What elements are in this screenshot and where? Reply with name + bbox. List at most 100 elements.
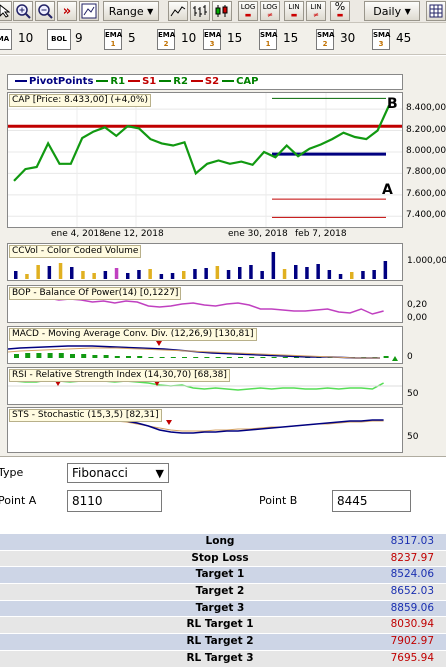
indicator-period-5[interactable]: 15 xyxy=(227,31,242,45)
ccvol-panel[interactable]: CCVol - Color Coded Volume xyxy=(7,243,403,281)
target-value: 7902.97 xyxy=(390,635,434,648)
volume-bar-16 xyxy=(193,269,197,279)
indicator-period-7[interactable]: 30 xyxy=(340,31,355,45)
percent-label: % xyxy=(334,0,346,13)
macd-hist-bar-4 xyxy=(58,353,64,358)
volume-bar-7 xyxy=(92,273,96,279)
rsi-panel[interactable]: RSI - Relative Strength Index (14,30,70)… xyxy=(7,367,403,405)
macd-hist-bar-0 xyxy=(14,354,19,358)
sts-panel[interactable]: STS - Stochastic (15,3,5) [82,31] xyxy=(7,407,403,453)
chart-legend: PivotPoints R1 S1 R2 S2 CAP xyxy=(7,74,403,90)
price-y-tick-3: 7.800,00 xyxy=(406,167,446,178)
chart-area: PivotPoints R1 S1 R2 S2 CAP CAP [Price: 8.433… xyxy=(0,56,446,456)
indicator-period-4[interactable]: 10 xyxy=(181,31,196,45)
volume-bar-9 xyxy=(114,268,119,279)
fit-chart-button[interactable] xyxy=(79,1,99,21)
indicator-period-6[interactable]: 15 xyxy=(283,31,298,45)
target-label: Target 2 xyxy=(195,585,245,598)
indicator-period-2[interactable]: 9 xyxy=(75,31,83,45)
macd-hist-bar-23 xyxy=(271,357,277,358)
type-label: Type xyxy=(0,466,24,479)
volume-bar-33 xyxy=(383,261,388,279)
price-x-tick-3: feb 7, 2018 xyxy=(295,229,347,239)
price-y-tick-2: 8.000,00 xyxy=(406,145,446,156)
lin-not-icon: ≠ xyxy=(313,11,319,19)
volume-bar-18 xyxy=(215,266,220,279)
volume-bar-23 xyxy=(271,252,276,279)
cursor-tool-button[interactable] xyxy=(0,1,12,21)
indicator-toggle-4[interactable]: EMA 2 xyxy=(157,29,175,50)
grid-icon xyxy=(429,4,443,18)
volume-bar-22 xyxy=(260,271,264,279)
volume-bar-28 xyxy=(327,270,332,279)
indicator-toggle-3[interactable]: EMA 1 xyxy=(104,29,122,50)
indicator-period-8[interactable]: 45 xyxy=(396,31,411,45)
volume-bar-27 xyxy=(316,264,320,279)
candlestick-icon xyxy=(215,5,228,17)
type-select[interactable]: Fibonacci ▼ xyxy=(67,463,169,483)
chevron-down-icon: ▼ xyxy=(404,6,411,16)
volume-bar-10 xyxy=(126,273,130,279)
target-value: 8652.03 xyxy=(390,585,434,598)
macd-hist-bar-20 xyxy=(238,357,243,358)
more-tools-button[interactable] xyxy=(426,1,446,21)
log-scale-button[interactable]: LOG ▬ xyxy=(238,1,258,21)
scroll-forward-button[interactable]: » xyxy=(57,1,77,21)
macd-hist-bar-9 xyxy=(114,356,120,358)
indicator-period-3[interactable]: 5 xyxy=(128,31,136,45)
percent-scale-button[interactable]: % ▬ xyxy=(330,1,350,21)
target-value: 8030.94 xyxy=(390,618,434,631)
bar-chart-button[interactable] xyxy=(190,1,210,21)
macd-hist-bar-12 xyxy=(148,357,154,358)
indicator-toggle-8[interactable]: SMA 3 xyxy=(372,29,390,50)
linear-scale-alt-button[interactable]: LIN ≠ xyxy=(306,1,326,21)
point-a-input[interactable]: 8110 xyxy=(67,490,162,512)
indicator-period-1[interactable]: 10 xyxy=(18,31,33,45)
volume-bar-20 xyxy=(238,267,242,279)
zoom-in-button[interactable] xyxy=(13,1,33,21)
volume-bar-24 xyxy=(282,269,287,279)
period-dropdown[interactable]: Daily ▼ xyxy=(364,1,420,21)
table-row: RL Target 3 7695.94 xyxy=(0,650,446,668)
macd-hist-bar-3 xyxy=(47,353,53,358)
macd-panel[interactable]: MACD - Moving Average Conv. Div. (12,26,… xyxy=(7,326,403,364)
volume-bar-6 xyxy=(81,271,85,279)
indicator-toggle-5[interactable]: EMA 3 xyxy=(203,29,221,50)
indicator-toggle-6[interactable]: SMA 1 xyxy=(259,29,277,50)
rsi-tick: 50 xyxy=(407,389,419,399)
table-row: RL Target 1 8030.94 xyxy=(0,617,446,635)
macd-hist-bar-19 xyxy=(226,357,232,358)
target-label: Target 3 xyxy=(195,601,245,614)
range-dropdown[interactable]: Range ▼ xyxy=(103,1,159,21)
line-chart-button[interactable] xyxy=(168,1,188,21)
indicator-toggle-2[interactable]: BOL xyxy=(47,29,71,50)
macd-buy-arrow-icon xyxy=(392,356,398,361)
linear-scale-button[interactable]: LIN ▬ xyxy=(284,1,304,21)
indicator-toggle-1[interactable]: MA xyxy=(0,29,12,50)
table-row: Target 1 8524.06 xyxy=(0,567,446,585)
indicator-sub: 2 xyxy=(322,40,328,48)
legend-swatch-5 xyxy=(222,80,235,82)
table-row: RL Target 2 7902.97 xyxy=(0,634,446,651)
price-y-tick-1: 8.200,00 xyxy=(406,124,446,135)
volume-bar-25 xyxy=(294,265,298,279)
indicator-toggle-7[interactable]: SMA 2 xyxy=(316,29,334,50)
macd-hist-bar-1 xyxy=(25,353,31,358)
volume-bar-21 xyxy=(249,265,253,279)
volume-bar-19 xyxy=(226,270,231,279)
volume-bar-29 xyxy=(338,274,343,279)
point-b-input[interactable]: 8445 xyxy=(332,490,411,512)
log-scale-alt-button[interactable]: LOG ≠ xyxy=(260,1,280,21)
volume-bar-4 xyxy=(58,263,63,279)
bop-panel[interactable]: BOP - Balance Of Power(14) [0,1227] xyxy=(7,285,403,323)
cap-series-line xyxy=(13,105,391,182)
marker-a-label: A xyxy=(382,182,393,198)
zoom-out-button[interactable] xyxy=(35,1,55,21)
double-chevron-right-icon: » xyxy=(62,3,72,19)
price-panel[interactable]: CAP [Price: 8.433,00] (+4,0%) A B xyxy=(7,92,403,228)
table-row: Target 3 8859.06 xyxy=(0,600,446,618)
candle-chart-button[interactable] xyxy=(212,1,232,21)
rsi-title: RSI - Relative Strength Index (14,30,70)… xyxy=(9,369,230,382)
indicator-code: SMA xyxy=(317,31,335,39)
volume-bar-26 xyxy=(305,267,309,279)
